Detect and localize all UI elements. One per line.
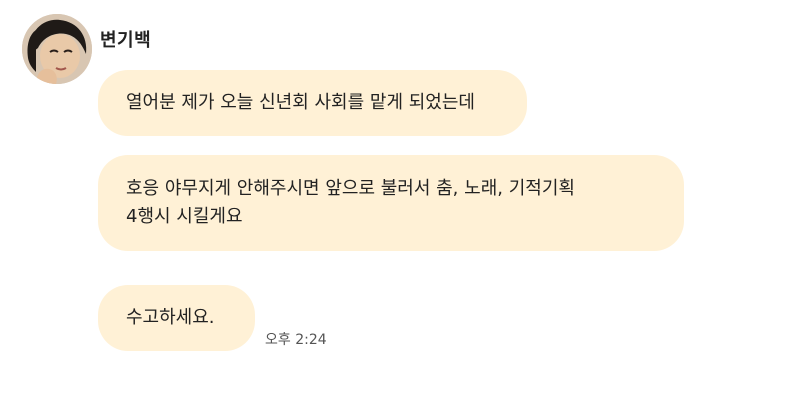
message-text: 4행시 시킬게요 — [126, 206, 243, 227]
message-text: 열어분 제가 오늘 신년회 사회를 맡게 되었는데 — [126, 92, 475, 113]
message-text: 호응 야무지게 안해주시면 앞으로 불러서 춤, 노래, 기적기획 — [126, 178, 575, 199]
sender-name: 변기백 — [100, 30, 152, 51]
message-bubble[interactable]: 열어분 제가 오늘 신년회 사회를 맡게 되었는데 — [98, 70, 527, 136]
avatar[interactable] — [22, 14, 92, 84]
message-bubble[interactable]: 호응 야무지게 안해주시면 앞으로 불러서 춤, 노래, 기적기획 4행시 시킬… — [98, 155, 684, 251]
message-timestamp: 오후 2:24 — [265, 332, 327, 348]
message-bubble[interactable]: 수고하세요. — [98, 285, 255, 351]
profile-photo-icon — [22, 14, 92, 84]
message-text: 수고하세요. — [126, 307, 215, 328]
chat-thread: 변기백 열어분 제가 오늘 신년회 사회를 맡게 되었는데 호응 야무지게 안해… — [0, 0, 800, 403]
